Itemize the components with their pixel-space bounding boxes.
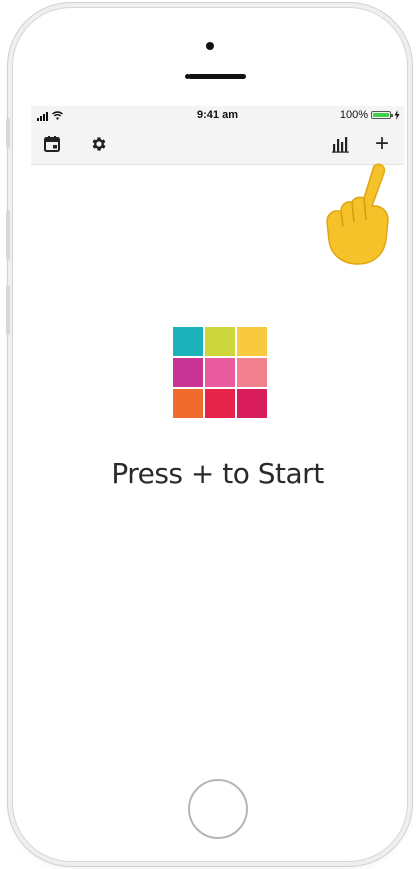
gear-icon <box>92 137 106 151</box>
charging-icon <box>394 110 400 120</box>
battery-percent: 100% <box>339 109 368 121</box>
logo-tile <box>173 389 203 418</box>
status-right: 100% <box>340 109 400 121</box>
calendar-button[interactable] <box>37 124 67 164</box>
logo-tile <box>237 389 267 418</box>
logo-tile <box>173 358 203 387</box>
volume-down-button <box>6 285 10 335</box>
pointing-hand-icon <box>326 163 389 265</box>
earpiece-speaker <box>188 74 246 79</box>
plus-icon: + <box>374 130 389 157</box>
add-button[interactable]: + <box>368 124 396 164</box>
app-logo <box>173 327 267 418</box>
mute-switch <box>6 118 10 148</box>
logo-tile <box>205 358 235 387</box>
status-bar: 9:41 am 100% <box>31 106 404 124</box>
settings-button[interactable] <box>84 124 114 164</box>
calendar-icon <box>44 136 60 152</box>
logo-tile <box>205 327 235 356</box>
front-camera <box>206 42 214 50</box>
logo-tile <box>237 327 267 356</box>
volume-up-button <box>6 210 10 260</box>
start-prompt: Press + to Start <box>111 457 324 490</box>
battery-icon <box>371 111 393 119</box>
logo-tile <box>173 327 203 356</box>
logo-tile <box>205 389 235 418</box>
logo-tile <box>237 358 267 387</box>
stats-button[interactable] <box>328 124 354 164</box>
app-toolbar: + <box>31 124 404 165</box>
home-button[interactable] <box>188 779 248 839</box>
bar-chart-icon <box>332 137 349 153</box>
